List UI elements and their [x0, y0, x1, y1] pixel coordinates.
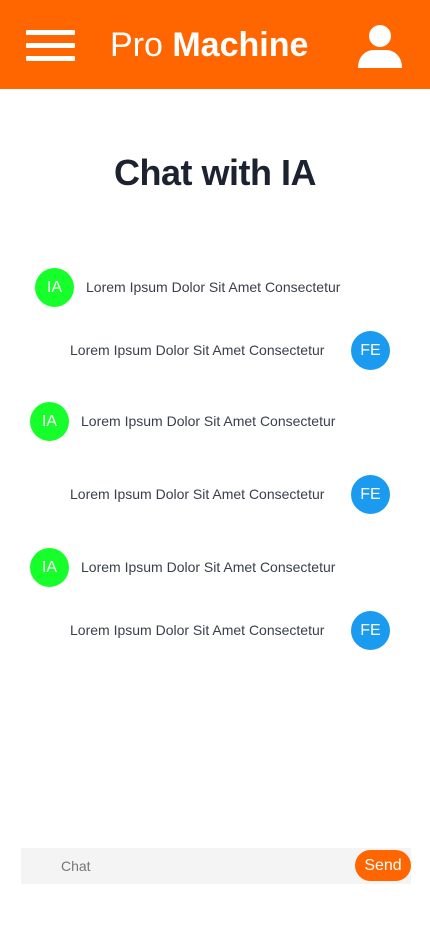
- message-text: Lorem Ipsum Dolor Sit Amet Consectetur: [81, 559, 336, 575]
- menu-bar: [26, 56, 75, 61]
- app-title-light: Pro: [110, 26, 173, 64]
- app-title: Pro Machine: [110, 25, 308, 65]
- message-fe: Lorem Ipsum Dolor Sit Amet Consectetur F…: [70, 611, 390, 650]
- avatar-ia: IA: [30, 548, 69, 587]
- chat-bar: Send: [21, 848, 411, 884]
- menu-bar: [26, 30, 75, 35]
- avatar-fe: FE: [351, 331, 390, 370]
- message-text: Lorem Ipsum Dolor Sit Amet Consectetur: [70, 486, 325, 502]
- chat-input[interactable]: [21, 848, 351, 884]
- hamburger-menu-icon[interactable]: [26, 28, 75, 64]
- avatar-fe: FE: [351, 611, 390, 650]
- message-text: Lorem Ipsum Dolor Sit Amet Consectetur: [70, 622, 325, 638]
- app-header: Pro Machine: [0, 0, 430, 89]
- message-text: Lorem Ipsum Dolor Sit Amet Consectetur: [70, 342, 325, 358]
- avatar-fe: FE: [351, 475, 390, 514]
- message-ia: IA Lorem Ipsum Dolor Sit Amet Consectetu…: [30, 548, 370, 587]
- menu-bar: [26, 43, 75, 48]
- message-ia: IA Lorem Ipsum Dolor Sit Amet Consectetu…: [30, 402, 370, 441]
- message-fe: Lorem Ipsum Dolor Sit Amet Consectetur F…: [70, 475, 390, 514]
- app-title-bold: Machine: [172, 26, 309, 64]
- message-text: Lorem Ipsum Dolor Sit Amet Consectetur: [86, 279, 341, 295]
- user-icon-graphic: [358, 25, 402, 68]
- message-text: Lorem Ipsum Dolor Sit Amet Consectetur: [81, 413, 336, 429]
- user-icon[interactable]: [356, 24, 404, 70]
- page-title: Chat with IA: [114, 152, 316, 193]
- avatar-ia: IA: [30, 402, 69, 441]
- message-ia: IA Lorem Ipsum Dolor Sit Amet Consectetu…: [35, 268, 375, 307]
- avatar-ia: IA: [35, 268, 74, 307]
- send-button[interactable]: Send: [355, 850, 411, 881]
- message-fe: Lorem Ipsum Dolor Sit Amet Consectetur F…: [70, 331, 390, 370]
